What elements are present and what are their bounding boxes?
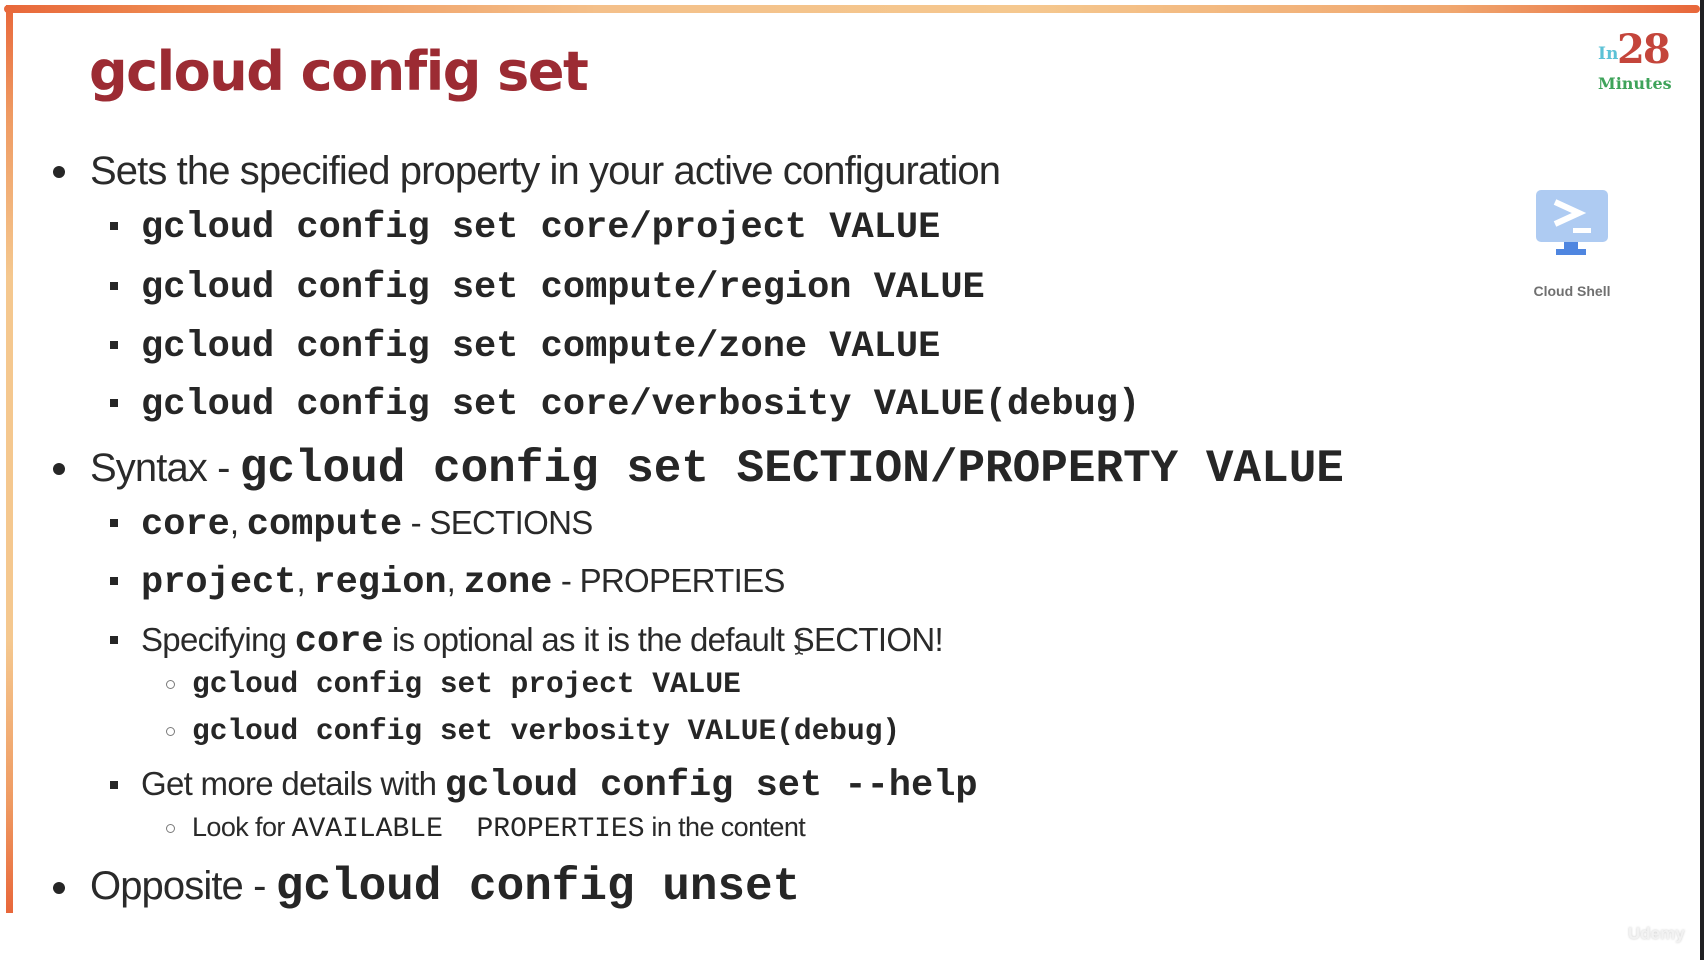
opposite-code: gcloud config unset — [275, 861, 801, 913]
text-before: Look for — [192, 812, 292, 842]
command-code: gcloud config set core/verbosity VALUE(d… — [141, 384, 1141, 426]
bullet-square-icon — [110, 577, 118, 585]
bullet-square-icon — [110, 399, 118, 407]
logo-prefix: In — [1598, 44, 1619, 64]
bullet-circle-icon — [166, 824, 175, 833]
code-project: project — [141, 562, 297, 604]
opposite-line: Opposite - gcloud config unset — [90, 864, 800, 910]
cloud-shell-graphic: Cloud Shell — [1520, 185, 1624, 305]
in28minutes-logo: In 28 Minutes — [1597, 26, 1697, 100]
bullet-text: Sets the specified property in your acti… — [90, 149, 1001, 193]
help-code: gcloud config set --help — [444, 765, 978, 807]
code-core: core — [141, 504, 230, 546]
command-code: gcloud config set compute/region VALUE — [141, 267, 985, 309]
syntax-label: Syntax - — [90, 446, 240, 490]
top-border-decoration — [4, 5, 1700, 13]
code-region: region — [313, 562, 447, 604]
code-available-properties: AVAILABLE PROPERTIES — [291, 814, 645, 845]
separator: , — [229, 504, 247, 541]
sections-label: - SECTIONS — [402, 504, 594, 541]
code-core: core — [294, 621, 384, 663]
default-section-line: Specifying core is optional as it is the… — [141, 621, 944, 663]
text-after: is optional as it is the default SECTION… — [383, 621, 944, 658]
syntax-line: Syntax - gcloud config set SECTION/PROPE… — [90, 446, 1344, 492]
text-after: in the content — [644, 812, 806, 842]
text-before: Specifying — [141, 621, 295, 658]
bullet-square-icon — [110, 781, 118, 789]
logo-number: 28 — [1617, 26, 1671, 73]
bullet-dot-icon — [53, 166, 65, 178]
command-code: gcloud config set core/project VALUE — [141, 207, 941, 249]
logo-suffix: Minutes — [1598, 74, 1672, 93]
separator: , — [296, 562, 314, 599]
slide: gcloud config set In 28 Minutes Cloud Sh… — [0, 0, 1700, 960]
bullet-square-icon — [110, 341, 118, 349]
opposite-label: Opposite - — [90, 864, 276, 908]
udemy-watermark: Udemy — [1628, 924, 1685, 943]
window-edge — [1700, 0, 1704, 960]
bullet-square-icon — [110, 282, 118, 290]
help-line: Get more details with gcloud config set … — [141, 767, 978, 805]
cloud-shell-terminal-icon — [1536, 190, 1608, 255]
command-code: gcloud config set project VALUE — [192, 667, 741, 701]
slide-title: gcloud config set — [89, 40, 589, 103]
syntax-code: gcloud config set SECTION/PROPERTY VALUE — [239, 443, 1344, 495]
code-compute: compute — [246, 504, 403, 546]
bullet-square-icon — [110, 222, 118, 230]
look-for-line: Look for AVAILABLE PROPERTIES in the con… — [192, 812, 806, 845]
command-code: gcloud config set compute/zone VALUE — [141, 326, 941, 368]
properties-label: - PROPERTIES — [552, 562, 786, 599]
command-code: gcloud config set verbosity VALUE(debug) — [192, 714, 901, 748]
bullet-circle-icon — [166, 727, 175, 736]
bullet-square-icon — [110, 636, 118, 644]
separator: , — [446, 562, 464, 599]
bullet-dot-icon — [53, 463, 65, 475]
code-zone: zone — [463, 562, 553, 604]
sections-line: core, compute - SECTIONS — [141, 506, 593, 544]
bullet-circle-icon — [166, 680, 175, 689]
cloud-shell-label: Cloud Shell — [1533, 283, 1611, 299]
properties-line: project, region, zone - PROPERTIES — [141, 564, 785, 602]
bullet-square-icon — [110, 519, 118, 527]
help-text: Get more details with — [141, 765, 445, 802]
text-cursor-icon — [794, 633, 804, 655]
bullet-dot-icon — [53, 882, 65, 894]
left-border-decoration — [6, 5, 13, 913]
